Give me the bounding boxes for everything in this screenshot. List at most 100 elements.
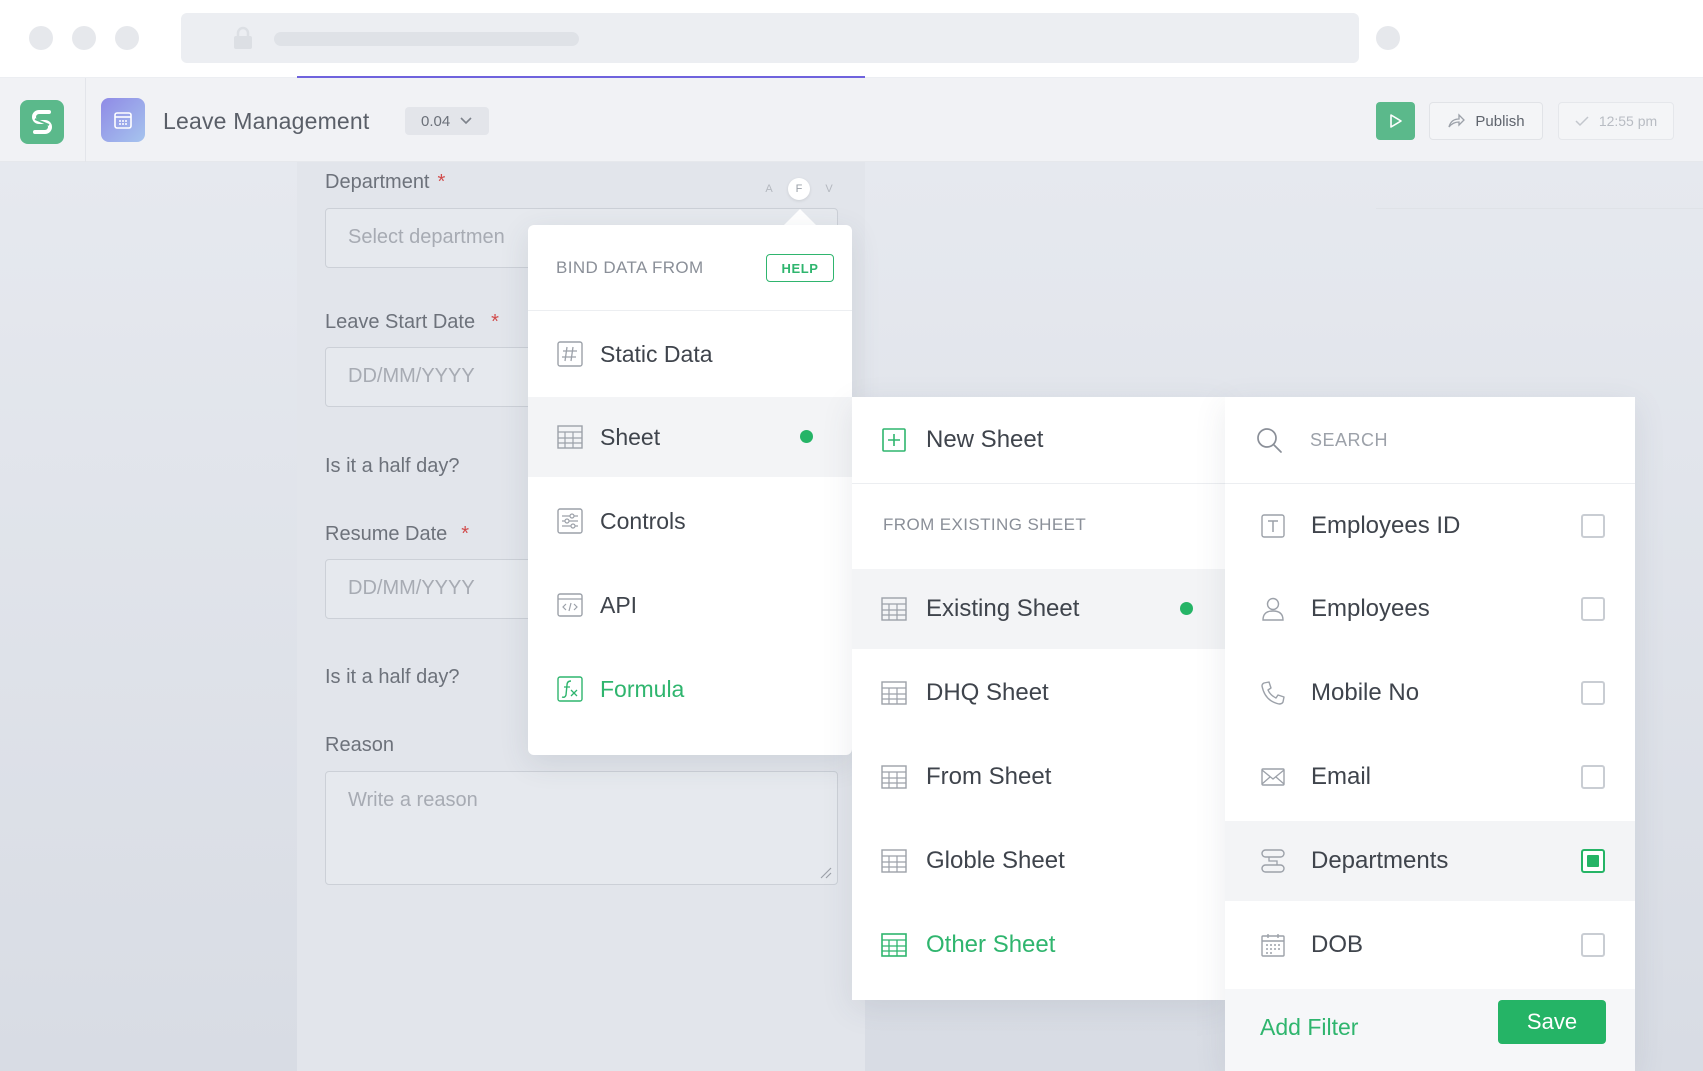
table-icon <box>881 765 907 789</box>
departments-icon <box>1261 849 1285 873</box>
field-item-label: DOB <box>1311 931 1364 958</box>
add-filter-link[interactable]: Add Filter <box>1260 1014 1358 1041</box>
existing-sheet-section-label: FROM EXISTING SHEET <box>883 515 1087 534</box>
field-item-label: Employees <box>1311 595 1430 622</box>
calendar-icon <box>1261 934 1285 957</box>
sheet-item-dhq[interactable]: DHQ Sheet <box>852 653 1225 733</box>
field-item-label: Departments <box>1311 847 1449 874</box>
selected-indicator-dot <box>800 430 813 443</box>
brand-logo[interactable] <box>20 100 64 144</box>
bind-data-menu: BIND DATA FROM HELP Static Data Sheet Co… <box>528 225 852 755</box>
app-header: Leave Management 0.04 Publish 12:55 pm <box>0 78 1703 162</box>
saved-time: 12:55 pm <box>1598 113 1658 129</box>
field-item-label: Employees ID <box>1311 512 1461 539</box>
user-icon <box>1262 597 1284 621</box>
field-item-dob[interactable]: DOB <box>1225 905 1635 985</box>
lock-icon <box>234 26 252 49</box>
sheet-item-label: Other Sheet <box>926 931 1056 958</box>
publish-label: Publish <box>1475 112 1525 130</box>
field-checkbox[interactable] <box>1581 765 1605 789</box>
field-item-employees[interactable]: Employees <box>1225 569 1635 649</box>
resize-handle-icon[interactable] <box>818 865 832 879</box>
fields-menu-footer: Add Filter Save <box>1225 989 1635 1071</box>
window-close-dot[interactable] <box>29 26 53 50</box>
field-checkbox[interactable] <box>1581 681 1605 705</box>
publish-button[interactable]: Publish <box>1429 102 1543 140</box>
mail-icon <box>1261 768 1285 786</box>
preview-button[interactable] <box>1376 102 1415 140</box>
bind-item-label: Controls <box>600 507 686 534</box>
fields-search[interactable]: SEARCH <box>1225 397 1635 484</box>
window-minimize-dot[interactable] <box>72 26 96 50</box>
new-sheet-label: New Sheet <box>926 426 1044 453</box>
phone-icon <box>1261 681 1285 705</box>
bind-item-formula[interactable]: Formula <box>528 649 852 729</box>
bind-item-label: Static Data <box>600 340 713 367</box>
text-field-icon <box>1261 514 1285 538</box>
bind-menu-header: BIND DATA FROM HELP <box>528 225 852 311</box>
app-icon <box>101 98 145 142</box>
reason-textarea[interactable]: Write a reason <box>325 771 838 885</box>
canvas-guide-line <box>1376 208 1703 209</box>
resume-date-label: Resume Date * <box>325 523 470 545</box>
sheet-menu-divider <box>852 483 1225 484</box>
field-item-label: Email <box>1311 763 1372 790</box>
save-button[interactable]: Save <box>1498 1000 1606 1044</box>
brand-s-icon <box>32 110 52 134</box>
sheet-item-from[interactable]: From Sheet <box>852 737 1225 817</box>
add-sheet-icon <box>882 428 906 452</box>
field-item-label: Mobile No <box>1311 679 1420 706</box>
bind-item-static-data[interactable]: Static Data <box>528 314 852 394</box>
mode-tab-a[interactable]: A <box>758 178 780 200</box>
reason-label: Reason <box>325 734 394 756</box>
check-icon <box>1575 116 1589 127</box>
field-item-mobile[interactable]: Mobile No <box>1225 653 1635 733</box>
sheet-item-label: Globle Sheet <box>926 847 1065 874</box>
reason-placeholder: Write a reason <box>348 789 478 811</box>
app-title: Leave Management <box>163 108 370 134</box>
search-icon <box>1257 428 1282 453</box>
field-item-email[interactable]: Email <box>1225 737 1635 817</box>
mode-tab-v[interactable]: V <box>818 178 840 200</box>
table-icon <box>881 849 907 873</box>
browser-extension-dot[interactable] <box>1376 26 1400 50</box>
bind-menu-title: BIND DATA FROM <box>556 258 704 277</box>
sheet-item-other[interactable]: Other Sheet <box>852 905 1225 985</box>
formula-icon <box>557 676 583 702</box>
sheet-item-globle[interactable]: Globle Sheet <box>852 821 1225 901</box>
field-checkbox[interactable] <box>1581 933 1605 957</box>
address-text-placeholder <box>274 32 579 46</box>
field-checkbox[interactable] <box>1581 597 1605 621</box>
new-sheet-item[interactable]: New Sheet <box>852 400 1225 480</box>
selected-indicator-dot <box>1180 602 1193 615</box>
saved-status: 12:55 pm <box>1558 102 1674 140</box>
field-item-employees-id[interactable]: Employees ID <box>1225 486 1635 566</box>
sliders-icon <box>557 508 583 534</box>
field-item-departments[interactable]: Departments <box>1225 821 1635 901</box>
bind-item-label: Sheet <box>600 423 661 450</box>
leave-start-label: Leave Start Date * <box>325 311 499 333</box>
bind-item-api[interactable]: API <box>528 565 852 645</box>
table-icon <box>557 425 583 449</box>
share-icon <box>1448 113 1466 128</box>
sheet-item-label: From Sheet <box>926 763 1052 790</box>
window-maximize-dot[interactable] <box>115 26 139 50</box>
table-icon <box>881 597 907 621</box>
table-icon <box>881 933 907 957</box>
calendar-app-icon <box>114 112 132 129</box>
fields-menu: SEARCH Employees ID Employees Mobile No … <box>1225 397 1635 1071</box>
half-day-label-1: Is it a half day? <box>325 455 460 477</box>
field-checkbox-checked[interactable] <box>1581 849 1605 873</box>
bind-item-controls[interactable]: Controls <box>528 481 852 561</box>
sheet-item-existing[interactable]: Existing Sheet <box>852 569 1225 649</box>
bind-item-sheet[interactable]: Sheet <box>528 397 852 477</box>
half-day-label-2: Is it a half day? <box>325 666 460 688</box>
help-button[interactable]: HELP <box>766 254 834 282</box>
mode-tab-f[interactable]: F <box>788 178 810 200</box>
hash-icon <box>557 341 583 367</box>
field-checkbox[interactable] <box>1581 514 1605 538</box>
bind-item-label: Formula <box>600 675 685 702</box>
browser-window: Leave Management 0.04 Publish 12:55 pm D… <box>0 0 1703 1071</box>
version-select[interactable]: 0.04 <box>405 107 489 135</box>
sheet-item-label: Existing Sheet <box>926 595 1080 622</box>
